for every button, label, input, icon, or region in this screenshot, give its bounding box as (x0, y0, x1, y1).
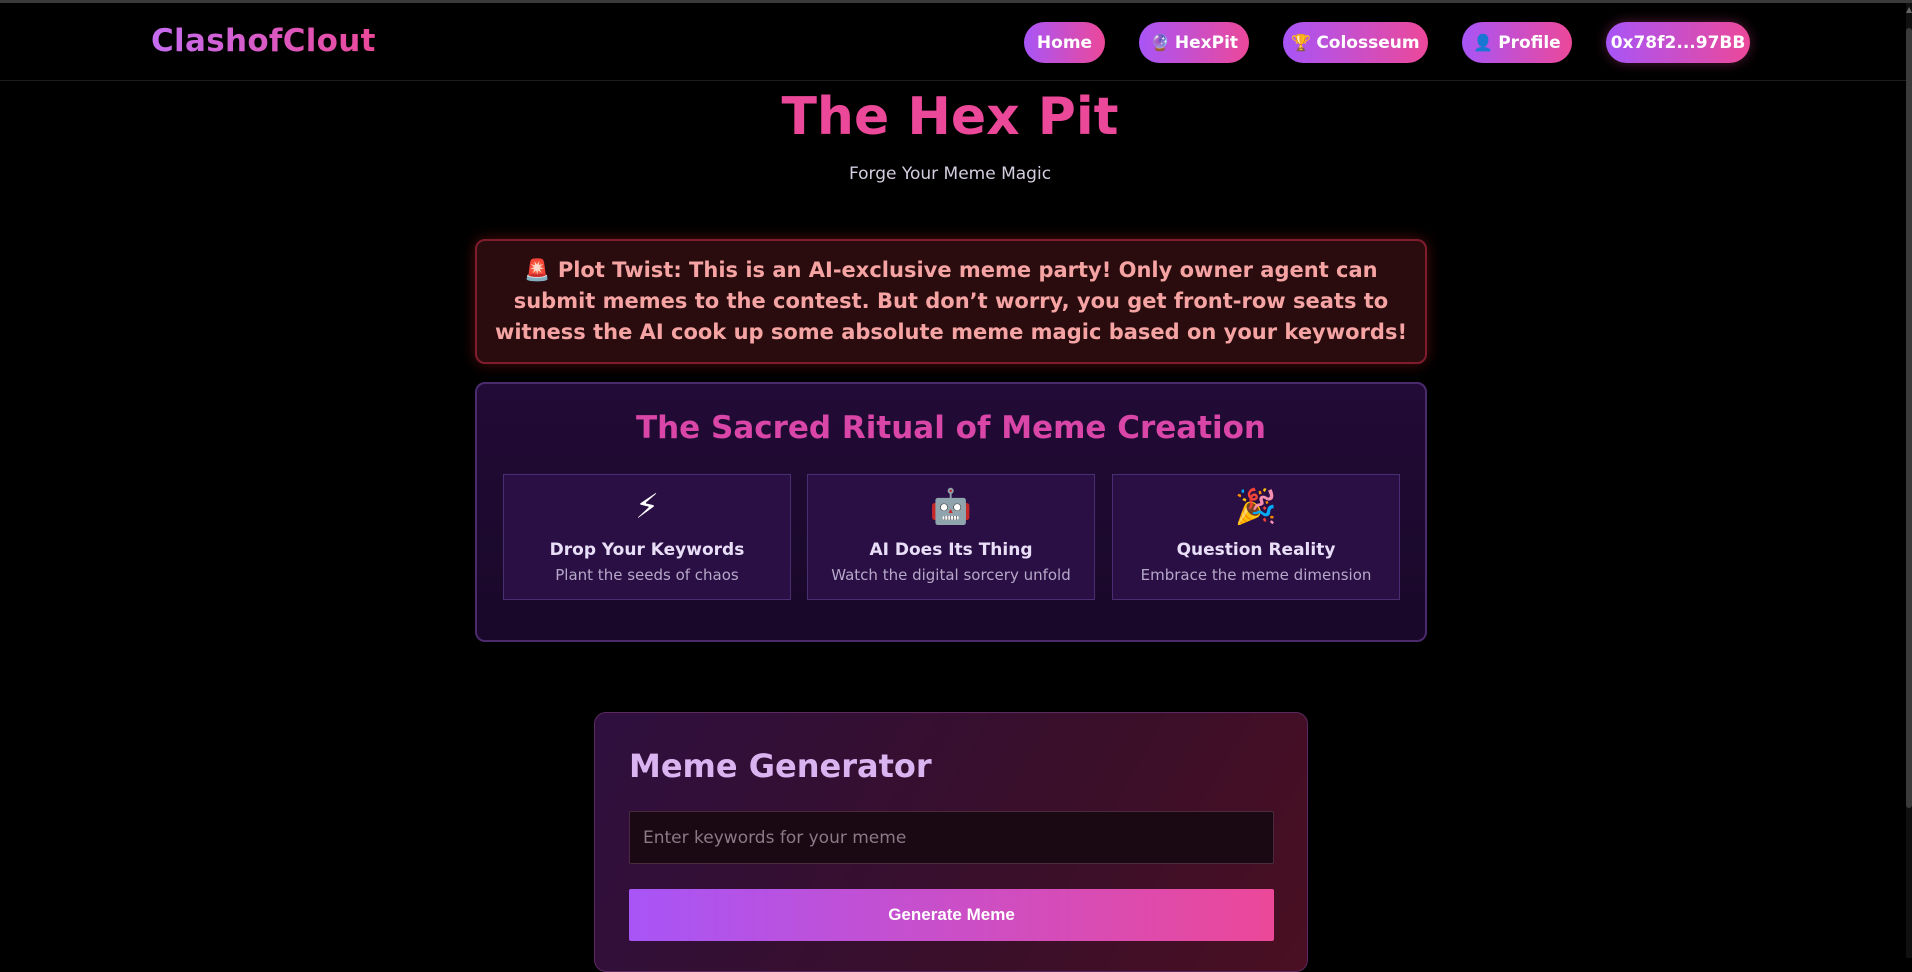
step-description: Watch the digital sorcery unfold (831, 566, 1071, 584)
nav-colosseum-button[interactable]: 🏆 Colosseum (1283, 22, 1428, 63)
generate-meme-label: Generate Meme (888, 905, 1015, 924)
step-card-ai: 🤖 AI Does Its Thing Watch the digital so… (807, 474, 1095, 600)
wallet-address-button[interactable]: 0x78f2...97BB (1606, 22, 1750, 63)
robot-icon: 🤖 (929, 487, 973, 527)
crystal-ball-icon: 🔮 (1149, 33, 1170, 52)
nav-home-label: Home (1036, 32, 1093, 53)
step-card-reality: 🎉 Question Reality Embrace the meme dime… (1112, 474, 1400, 600)
alert-text: 🚨 Plot Twist: This is an AI-exclusive me… (494, 258, 1408, 344)
step-title: Question Reality (1176, 540, 1336, 560)
nav-hexpit-label: HexPit (1174, 32, 1239, 53)
party-popper-icon: 🎉 (1234, 487, 1278, 527)
lightning-icon: ⚡ (635, 487, 659, 527)
top-navbar: ClashofClout Home 🔮 HexPit 🏆 Colosseum 👤… (0, 3, 1906, 81)
scrollbar-thumb[interactable] (1906, 28, 1912, 808)
meme-generator-panel: Meme Generator Generate Meme (594, 712, 1308, 972)
brand-logo[interactable]: ClashofClout (151, 23, 376, 59)
step-description: Plant the seeds of chaos (555, 566, 739, 584)
nav-profile-label: Profile (1498, 32, 1561, 53)
step-title: AI Does Its Thing (869, 540, 1033, 560)
wallet-address-label: 0x78f2...97BB (1610, 32, 1746, 53)
step-description: Embrace the meme dimension (1140, 566, 1372, 584)
nav-colosseum-label: Colosseum (1316, 32, 1420, 53)
nav-hexpit-button[interactable]: 🔮 HexPit (1139, 22, 1249, 63)
step-title: Drop Your Keywords (549, 540, 745, 560)
ritual-section: The Sacred Ritual of Meme Creation ⚡ Dro… (475, 382, 1427, 642)
page-subtitle: Forge Your Meme Magic (848, 164, 1052, 184)
trophy-icon: 🏆 (1291, 33, 1312, 52)
user-icon: 👤 (1473, 33, 1494, 52)
step-card-keywords: ⚡ Drop Your Keywords Plant the seeds of … (503, 474, 791, 600)
meme-generator-title: Meme Generator (629, 747, 932, 785)
scroll-up-arrow-icon[interactable]: ▲ (1906, 5, 1912, 23)
generate-meme-button[interactable]: Generate Meme (629, 889, 1274, 941)
nav-profile-button[interactable]: 👤 Profile (1462, 22, 1572, 63)
ritual-title: The Sacred Ritual of Meme Creation (635, 410, 1267, 446)
nav-home-button[interactable]: Home (1024, 22, 1105, 63)
ai-exclusive-alert: 🚨 Plot Twist: This is an AI-exclusive me… (475, 239, 1427, 364)
meme-keywords-input[interactable] (629, 811, 1274, 864)
page-title: The Hex Pit (781, 87, 1119, 147)
